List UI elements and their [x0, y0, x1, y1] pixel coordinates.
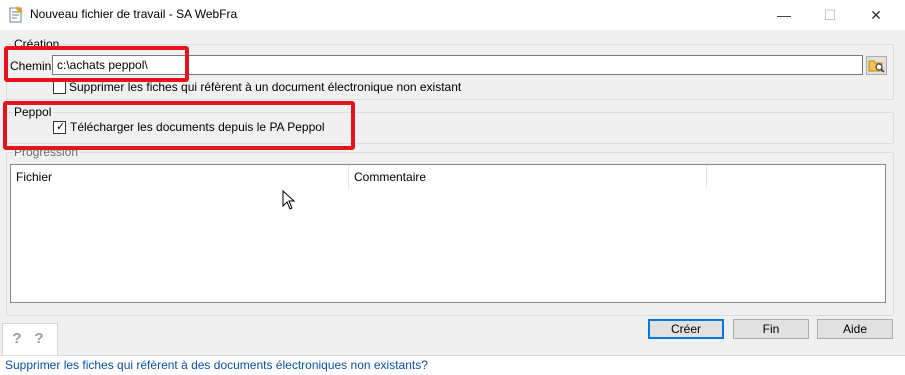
browse-button[interactable]: [866, 56, 887, 75]
folder-search-icon: [868, 60, 885, 73]
highlight-box-path: [4, 46, 189, 82]
status-bar: Supprimer les fiches qui réfèrent à des …: [0, 355, 905, 375]
minimize-button[interactable]: —: [761, 0, 807, 30]
highlight-box-peppol: [3, 101, 355, 150]
maximize-button: ☐: [823, 7, 837, 23]
status-message: Supprimer les fiches qui réfèrent à des …: [5, 358, 428, 372]
help-question-icon[interactable]: ?: [32, 331, 46, 347]
column-header-commentaire[interactable]: Commentaire: [349, 165, 707, 189]
help-toolbar: ? ?: [2, 323, 58, 355]
delete-missing-checkbox[interactable]: [53, 81, 66, 94]
window-title: Nouveau fichier de travail - SA WebFra: [30, 7, 238, 21]
title-bar: Nouveau fichier de travail - SA WebFra —…: [0, 0, 905, 30]
progress-list[interactable]: Fichier Commentaire: [10, 164, 886, 303]
mouse-cursor-icon: [282, 190, 296, 210]
column-header-fichier[interactable]: Fichier: [11, 165, 349, 189]
delete-missing-label[interactable]: Supprimer les fiches qui réfèrent à un d…: [69, 80, 461, 94]
help-button[interactable]: Aide: [817, 319, 893, 339]
app-icon: [9, 6, 23, 23]
finish-button[interactable]: Fin: [733, 319, 809, 339]
help-question-icon[interactable]: ?: [10, 331, 24, 347]
create-button[interactable]: Créer: [648, 319, 724, 339]
close-button[interactable]: ✕: [853, 0, 899, 30]
